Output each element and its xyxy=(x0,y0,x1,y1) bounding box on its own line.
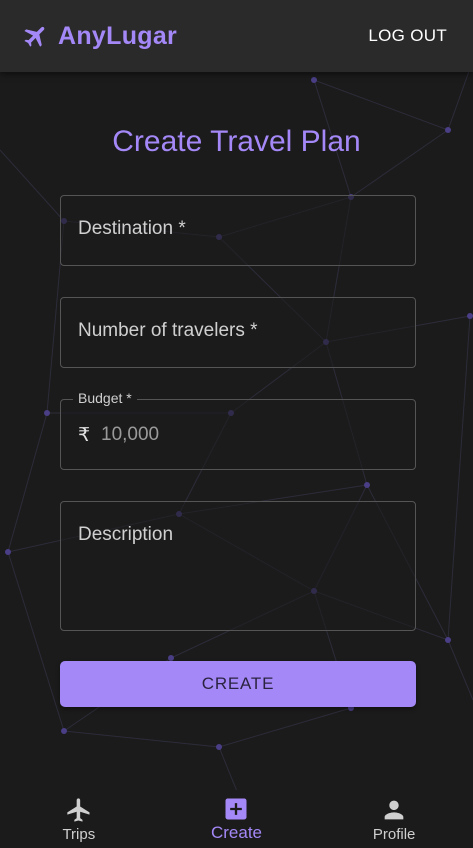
destination-field[interactable]: Destination * xyxy=(60,195,416,266)
brand-home-link[interactable]: AnyLugar xyxy=(22,22,177,51)
app-name: AnyLugar xyxy=(58,21,178,50)
budget-label: Budget * xyxy=(73,390,137,406)
budget-field[interactable]: Budget * ₹ 10,000 xyxy=(60,390,416,470)
description-placeholder: Description xyxy=(78,524,174,545)
nav-trips[interactable]: Trips xyxy=(9,796,149,843)
person-icon xyxy=(380,796,408,824)
description-field[interactable]: Description xyxy=(60,501,416,631)
page-title: Create Travel Plan xyxy=(112,125,361,158)
create-button[interactable]: CREATE xyxy=(60,661,416,707)
add-box-icon xyxy=(222,795,250,823)
logout-button[interactable]: LOG OUT xyxy=(368,20,447,52)
nav-profile-label: Profile xyxy=(372,825,416,843)
plane-icon xyxy=(22,22,50,50)
nav-create[interactable]: Create xyxy=(166,795,306,843)
bottom-navigation: Trips Create Profile xyxy=(0,790,473,848)
travelers-placeholder: Number of travelers * xyxy=(78,320,258,341)
travelers-field[interactable]: Number of travelers * xyxy=(60,297,416,368)
plane-icon xyxy=(65,796,93,824)
app-bar: AnyLugar LOG OUT xyxy=(0,0,473,72)
currency-symbol: ₹ xyxy=(78,425,91,446)
budget-value: 10,000 xyxy=(101,424,160,445)
destination-placeholder: Destination * xyxy=(78,218,186,239)
nav-trips-label: Trips xyxy=(62,825,96,843)
nav-create-label: Create xyxy=(210,823,262,842)
app-root: AnyLugar LOG OUT Create Travel Plan Dest… xyxy=(0,0,473,848)
nav-profile[interactable]: Profile xyxy=(324,796,464,843)
